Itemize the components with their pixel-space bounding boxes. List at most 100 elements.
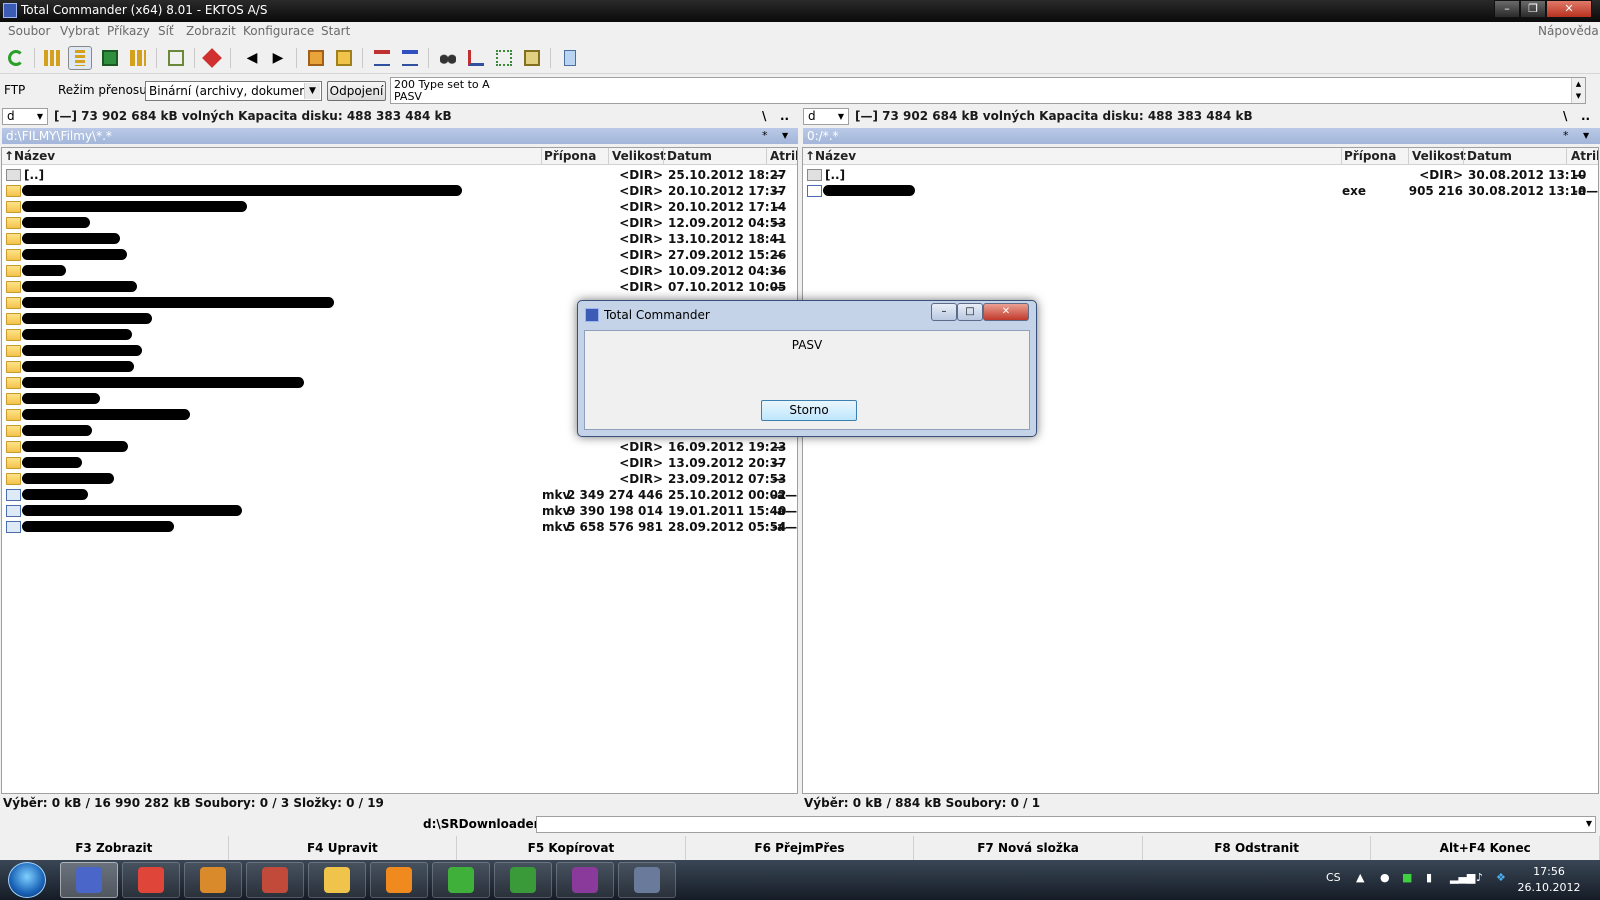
dialog-maximize-button[interactable]: □ bbox=[957, 303, 983, 321]
menu-napoveda[interactable]: Nápověda bbox=[1538, 24, 1599, 38]
left-file-row[interactable]: mkv 9 390 198 014 19.01.2011 15:40 -a— bbox=[2, 503, 797, 519]
right-file-row[interactable]: [..] <DIR> 30.08.2012 13:10— bbox=[803, 167, 1598, 183]
menu-sit[interactable]: Síť bbox=[158, 24, 174, 38]
left-file-panel[interactable]: ↑ Název Přípona Velikost Datum Atribu [.… bbox=[1, 147, 798, 794]
left-file-row[interactable]: <DIR> 13.10.2012 18:41— bbox=[2, 231, 797, 247]
selection-icon[interactable] bbox=[200, 46, 224, 70]
clown-app-taskbar[interactable] bbox=[246, 862, 304, 898]
fkey-4[interactable]: F4 Upravit bbox=[229, 836, 458, 860]
right-col-date[interactable]: Datum bbox=[1467, 149, 1512, 163]
menu-start[interactable]: Start bbox=[321, 24, 350, 38]
battery-app-icon[interactable]: ■ bbox=[1402, 871, 1412, 884]
chevron-down-icon[interactable]: ▼ bbox=[1583, 131, 1589, 140]
left-file-row[interactable]: <DIR> 12.09.2012 04:53— bbox=[2, 215, 797, 231]
transfer-mode-select[interactable]: Binární (archivy, dokument ▼ bbox=[145, 81, 322, 101]
dialog-minimize-button[interactable]: – bbox=[931, 303, 957, 321]
maximize-button[interactable]: ❐ bbox=[1520, 0, 1546, 18]
fkey-8[interactable]: F8 Odstranit bbox=[1143, 836, 1372, 860]
rename-icon[interactable] bbox=[464, 46, 488, 70]
right-file-row[interactable]: exe 905 216 30.08.2012 13:10 -a— bbox=[803, 183, 1598, 199]
left-file-row[interactable]: <DIR> 27.09.2012 15:26— bbox=[2, 247, 797, 263]
dropbox-icon[interactable]: ❖ bbox=[1496, 871, 1506, 884]
help-book-icon[interactable] bbox=[558, 46, 582, 70]
tray-chevron-icon[interactable]: ▲ bbox=[1356, 871, 1364, 884]
battery-icon[interactable]: ▮ bbox=[1426, 871, 1432, 884]
left-file-row[interactable]: <DIR> 13.09.2012 20:37— bbox=[2, 455, 797, 471]
right-drive-select[interactable]: d ▼ bbox=[803, 108, 849, 125]
fkey-6[interactable]: F6 PřejmPřes bbox=[686, 836, 915, 860]
total-commander-taskbar[interactable] bbox=[60, 862, 118, 898]
icons-view-icon[interactable] bbox=[40, 46, 64, 70]
close-button[interactable]: ✕ bbox=[1546, 0, 1592, 18]
notepad-icon[interactable] bbox=[520, 46, 544, 70]
clock[interactable]: 17:56 26.10.2012 bbox=[1514, 864, 1584, 896]
left-col-attr[interactable]: Atribu bbox=[770, 149, 797, 163]
left-file-row[interactable]: <DIR> 16.09.2012 19:23— bbox=[2, 439, 797, 455]
chevron-down-icon[interactable]: ▼ bbox=[782, 131, 788, 140]
refresh-icon[interactable] bbox=[4, 46, 28, 70]
left-file-row[interactable]: <DIR> 10.09.2012 04:36— bbox=[2, 263, 797, 279]
forward-icon[interactable]: ▶ bbox=[266, 46, 290, 70]
menu-konfigurace[interactable]: Konfigurace bbox=[243, 24, 314, 38]
window-app-taskbar[interactable] bbox=[432, 862, 490, 898]
detail-view-icon[interactable] bbox=[68, 46, 92, 70]
left-filter[interactable]: * bbox=[762, 129, 768, 142]
minimize-button[interactable]: – bbox=[1494, 0, 1520, 18]
left-root-button[interactable]: \ bbox=[762, 109, 766, 123]
left-drive-select[interactable]: d ▼ bbox=[2, 108, 48, 125]
fkey-5[interactable]: F5 Kopírovat bbox=[457, 836, 686, 860]
volume-icon[interactable]: ♪ bbox=[1476, 871, 1483, 884]
log-scrollbar[interactable]: ▲ ▼ bbox=[1571, 78, 1585, 103]
download-app-taskbar[interactable] bbox=[618, 862, 676, 898]
language-indicator[interactable]: CS bbox=[1326, 871, 1341, 884]
fkey-9[interactable]: Alt+F4 Konec bbox=[1371, 836, 1600, 860]
left-path-bar[interactable]: d:\FILMY\Filmy\*.* * ▼ bbox=[2, 128, 798, 144]
storno-button[interactable]: Storno bbox=[761, 400, 857, 421]
left-file-row[interactable]: <DIR> 20.10.2012 17:14— bbox=[2, 199, 797, 215]
menu-prikazy[interactable]: Příkazy bbox=[107, 24, 150, 38]
menu-vybrat[interactable]: Vybrat bbox=[60, 24, 100, 38]
water-drop-icon[interactable]: ● bbox=[1380, 871, 1390, 884]
left-col-ext[interactable]: Přípona bbox=[544, 149, 596, 163]
ftp-connect-icon[interactable] bbox=[370, 46, 394, 70]
right-filter[interactable]: * bbox=[1563, 129, 1569, 142]
media-player-taskbar[interactable] bbox=[370, 862, 428, 898]
pack-icon[interactable] bbox=[304, 46, 328, 70]
monkey-app-taskbar[interactable] bbox=[184, 862, 242, 898]
left-file-row[interactable]: [..] <DIR> 25.10.2012 18:27— bbox=[2, 167, 797, 183]
right-root-button[interactable]: \ bbox=[1563, 109, 1567, 123]
sync-dirs-icon[interactable] bbox=[492, 46, 516, 70]
right-col-size[interactable]: Velikost bbox=[1412, 149, 1466, 163]
back-icon[interactable]: ◀ bbox=[240, 46, 264, 70]
left-col-name[interactable]: Název bbox=[14, 149, 55, 163]
disconnect-button[interactable]: Odpojení bbox=[327, 81, 386, 101]
binoculars-icon[interactable] bbox=[436, 46, 460, 70]
right-path-bar[interactable]: 0:/*.* * ▼ bbox=[803, 128, 1600, 144]
right-col-ext[interactable]: Přípona bbox=[1344, 149, 1396, 163]
right-col-attr[interactable]: Atribu bbox=[1571, 149, 1598, 163]
tree-view-icon[interactable] bbox=[126, 46, 150, 70]
left-file-row[interactable]: <DIR> 20.10.2012 17:37— bbox=[2, 183, 797, 199]
left-file-row[interactable]: <DIR> 23.09.2012 07:53— bbox=[2, 471, 797, 487]
command-input[interactable]: ▼ bbox=[536, 816, 1596, 833]
fkey-3[interactable]: F3 Zobrazit bbox=[0, 836, 229, 860]
signal-icon[interactable]: ▂▄▆ bbox=[1450, 871, 1475, 884]
chevron-down-icon[interactable]: ▼ bbox=[1586, 819, 1592, 828]
menu-zobrazit[interactable]: Zobrazit bbox=[186, 24, 236, 38]
left-file-row[interactable]: <DIR> 07.10.2012 10:05— bbox=[2, 279, 797, 295]
unpack-icon[interactable] bbox=[332, 46, 356, 70]
left-col-date[interactable]: Datum bbox=[667, 149, 712, 163]
url-connect-icon[interactable] bbox=[398, 46, 422, 70]
thumbnails-icon[interactable] bbox=[98, 46, 122, 70]
chrome-taskbar[interactable] bbox=[122, 862, 180, 898]
left-up-button[interactable]: .. bbox=[780, 109, 789, 123]
start-button[interactable] bbox=[8, 862, 46, 898]
mail-app-taskbar[interactable] bbox=[308, 862, 366, 898]
fkey-7[interactable]: F7 Nová složka bbox=[914, 836, 1143, 860]
right-up-button[interactable]: .. bbox=[1581, 109, 1590, 123]
winrar-taskbar[interactable] bbox=[556, 862, 614, 898]
left-file-row[interactable]: mkv 5 658 576 981 28.09.2012 05:54 -a— bbox=[2, 519, 797, 535]
right-col-name[interactable]: Název bbox=[815, 149, 856, 163]
right-file-panel[interactable]: ↑ Název Přípona Velikost Datum Atribu [.… bbox=[802, 147, 1599, 794]
left-col-size[interactable]: Velikost bbox=[612, 149, 666, 163]
